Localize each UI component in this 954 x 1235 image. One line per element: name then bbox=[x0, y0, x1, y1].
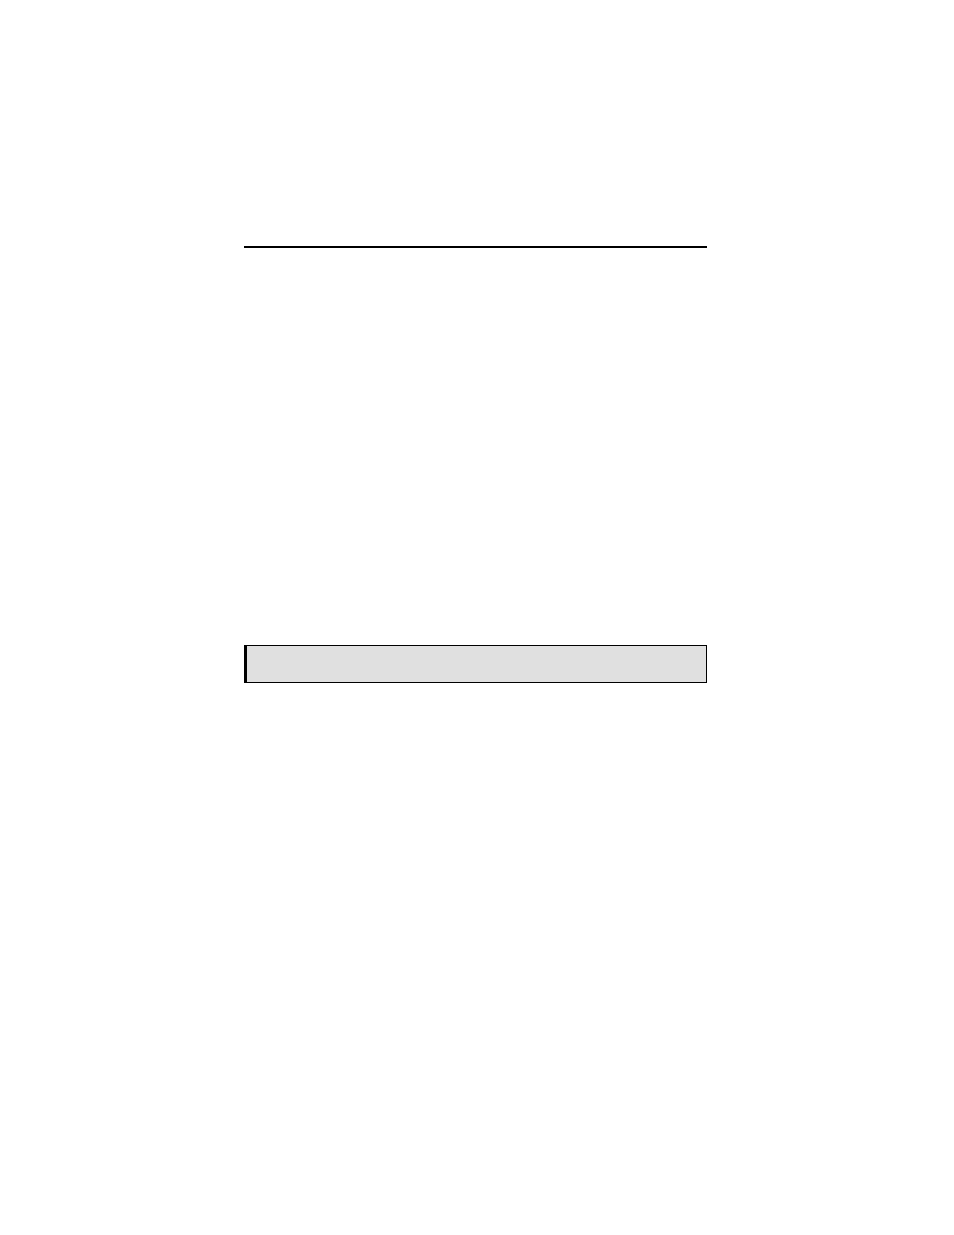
horizontal-rule bbox=[244, 246, 707, 248]
shaded-box bbox=[244, 645, 707, 683]
